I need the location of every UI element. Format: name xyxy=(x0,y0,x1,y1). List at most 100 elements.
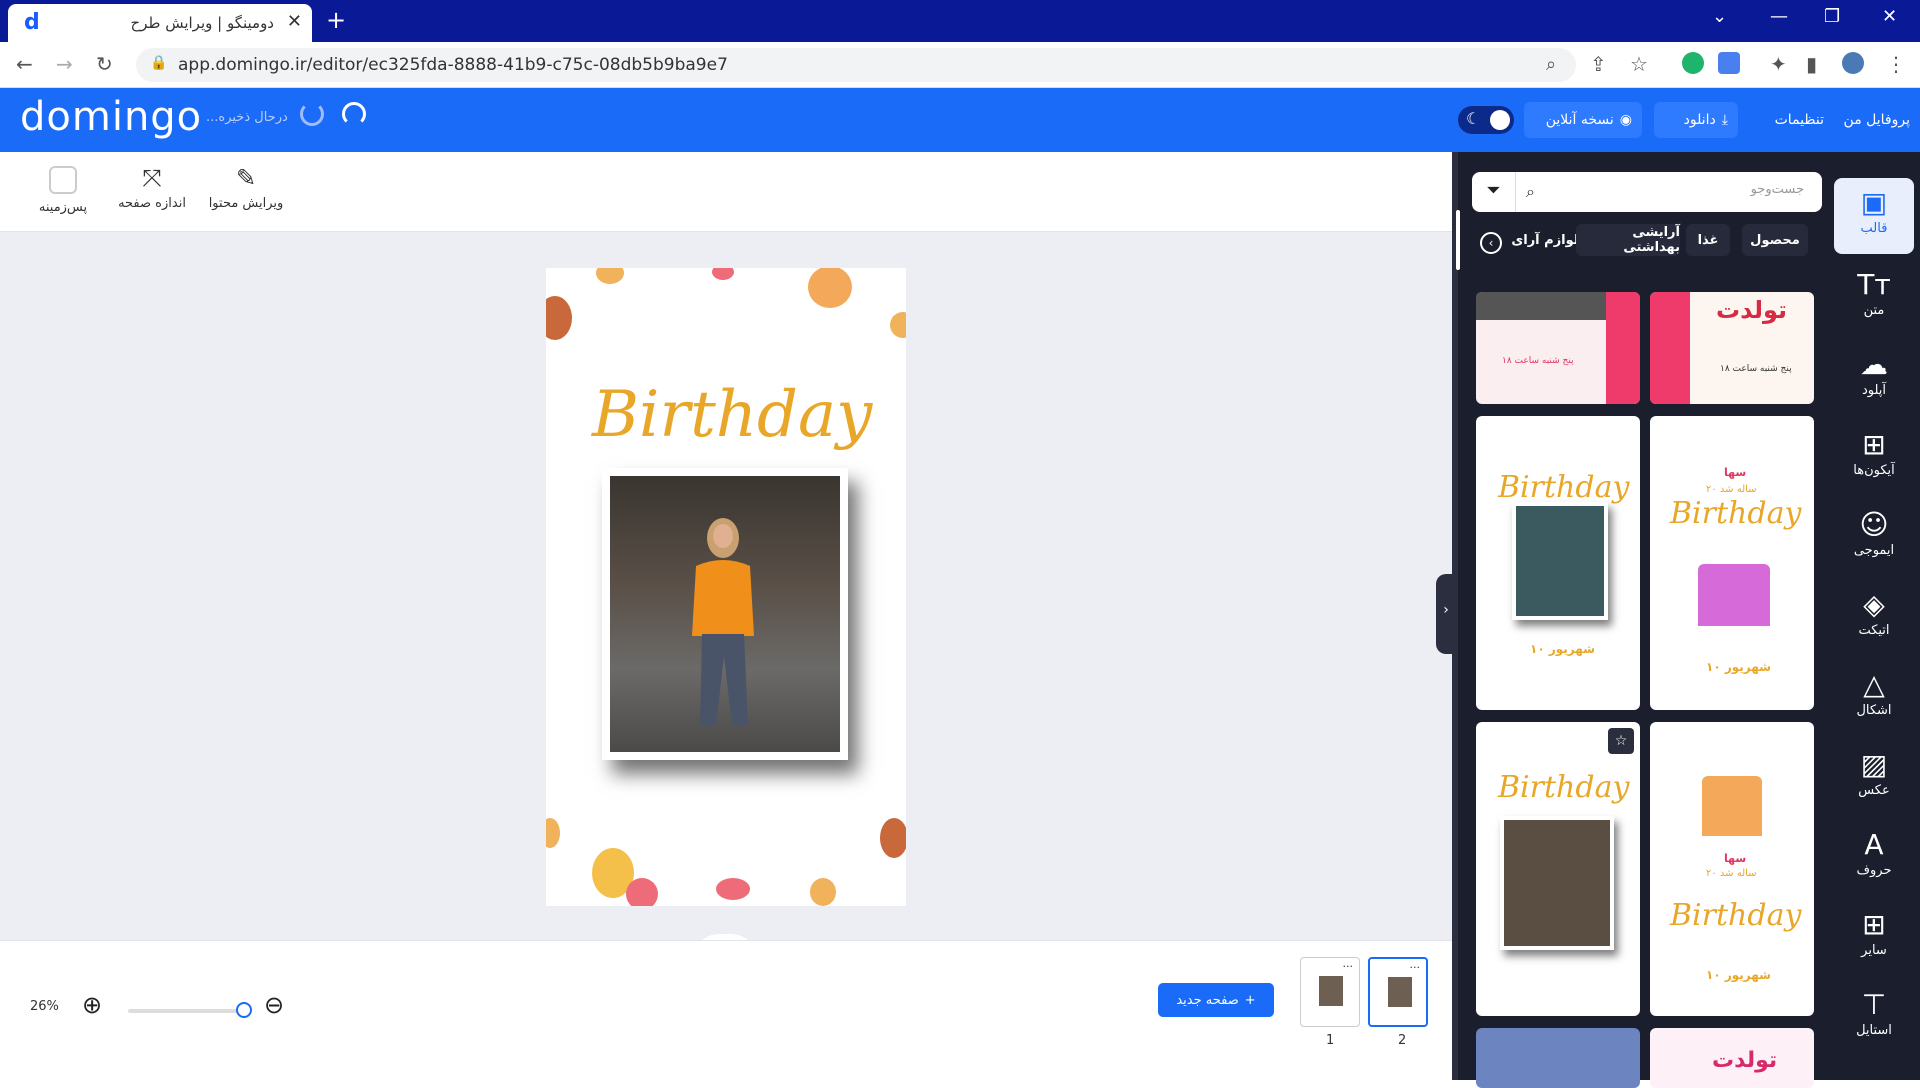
zoom-in-icon[interactable]: ⊕ xyxy=(82,991,102,1019)
search-icon: ⌕ xyxy=(1526,182,1535,201)
bookmark-star-icon[interactable]: ☆ xyxy=(1630,52,1648,76)
extensions-icon[interactable]: ✦ xyxy=(1770,52,1787,76)
template-card[interactable]: تولدت xyxy=(1650,1028,1814,1088)
photo-frame[interactable] xyxy=(602,468,848,760)
rail-item-shapes[interactable]: △ اشکال xyxy=(1834,660,1914,736)
premium-star-icon[interactable]: ☆ xyxy=(1608,728,1634,754)
template-card[interactable]: Birthday ۱۰ شهریور xyxy=(1476,416,1640,710)
zoom-slider-knob[interactable] xyxy=(236,1002,252,1018)
shapes-icon: △ xyxy=(1863,668,1885,701)
template-title: تولدت xyxy=(1716,296,1788,324)
rail-item-image[interactable]: ▨ عکس xyxy=(1834,740,1914,816)
chevron-down-icon[interactable]: ⌄ xyxy=(1712,6,1727,27)
thumbnail-preview xyxy=(1319,976,1343,1006)
new-page-button[interactable]: + صفحه جدید xyxy=(1158,983,1274,1017)
chevron-left-icon[interactable]: ‹ xyxy=(1480,232,1502,254)
sidebar-toggle-icon[interactable]: ▮ xyxy=(1806,52,1817,76)
download-button[interactable]: ⤓ دانلود xyxy=(1654,102,1738,138)
zoom-slider[interactable] xyxy=(128,1009,248,1013)
template-card[interactable]: پنج شنبه ساعت ۱۸ xyxy=(1476,292,1640,404)
rail-item-template[interactable]: ▣ قالب xyxy=(1834,178,1914,254)
profile-avatar[interactable] xyxy=(1842,52,1864,74)
template-title: Birthday xyxy=(1498,770,1630,805)
category-chip[interactable]: لوازم آرای xyxy=(1506,224,1584,256)
template-age: ۲۰ ساله شد xyxy=(1706,484,1757,495)
redo-icon[interactable] xyxy=(342,102,366,126)
search-box[interactable]: ⏷ ⌕ جست‌وجو xyxy=(1472,172,1822,212)
profile-button[interactable]: پروفایل من xyxy=(1826,102,1920,138)
template-subtitle: سها xyxy=(1724,852,1747,865)
search-icon[interactable]: ⌕ xyxy=(1546,54,1556,75)
url-field[interactable]: 🔒 app.domingo.ir/editor/ec325fda-8888-41… xyxy=(136,48,1576,82)
more-icon[interactable]: ··· xyxy=(1410,961,1421,974)
close-window-button[interactable]: ✕ xyxy=(1882,6,1897,27)
share-icon[interactable]: ⇪ xyxy=(1590,52,1607,76)
page-thumbnail-selected[interactable]: ··· xyxy=(1368,957,1428,1027)
rail-item-upload[interactable]: ☁ آپلود xyxy=(1834,340,1914,416)
rail-label: آپلود xyxy=(1861,383,1887,398)
template-text: پنج شنبه ساعت ۱۸ xyxy=(1502,356,1574,366)
page-size-tool[interactable]: ⤧ اندازه صفحه xyxy=(112,164,192,211)
cupcake-decoration xyxy=(810,878,836,906)
category-chip[interactable]: آرایشی بهداشتی xyxy=(1576,224,1680,256)
panel-scrollbar[interactable] xyxy=(1456,210,1460,270)
domingo-logo[interactable]: domingo xyxy=(20,94,202,140)
background-tool[interactable]: پس‌زمینه xyxy=(28,164,98,215)
reload-icon[interactable]: ↻ xyxy=(96,52,113,76)
background-label: پس‌زمینه xyxy=(38,200,88,215)
undo-icon[interactable] xyxy=(300,102,324,126)
tools-rail: ▣ قالب Tт متن ☁ آپلود ⊞ آیکون‌ها ☺ ایموج… xyxy=(1828,152,1920,1080)
restore-button[interactable]: ❐ xyxy=(1824,6,1840,27)
translate-extension-icon[interactable] xyxy=(1718,52,1740,74)
rail-item-more[interactable]: ⊞ سایر xyxy=(1834,900,1914,976)
rail-item-style[interactable]: ⊤ استایل xyxy=(1834,980,1914,1056)
eye-icon: ◉ xyxy=(1619,112,1632,128)
minimize-button[interactable]: — xyxy=(1770,6,1788,27)
rail-item-emoji[interactable]: ☺ ایموجی xyxy=(1834,500,1914,576)
app-header: domingo درحال ذخیره... ☾ ◉ نسخه آنلاین ⤓… xyxy=(0,88,1920,152)
edit-content-tool[interactable]: ✎ ویرایش محتوا xyxy=(204,164,288,211)
template-card[interactable]: سها ۲۰ ساله شد Birthday ۱۰ شهریور xyxy=(1650,416,1814,710)
template-subtitle: سها xyxy=(1724,466,1747,479)
online-version-label: نسخه آنلاین xyxy=(1545,112,1614,128)
category-chip[interactable]: محصول xyxy=(1742,224,1808,256)
rail-item-text[interactable]: Tт متن xyxy=(1834,260,1914,336)
template-photo xyxy=(1512,502,1608,620)
online-version-button[interactable]: ◉ نسخه آنلاین xyxy=(1524,102,1642,138)
category-chip[interactable]: غذا xyxy=(1686,224,1730,256)
filter-icon[interactable]: ⏷ xyxy=(1472,172,1516,212)
balloon-decoration xyxy=(626,878,658,906)
template-card[interactable]: ☆ Birthday xyxy=(1476,722,1640,1016)
page-thumbnail[interactable]: ··· xyxy=(1300,957,1360,1027)
zoom-out-icon[interactable]: ⊖ xyxy=(264,991,284,1019)
rail-item-icons[interactable]: ⊞ آیکون‌ها xyxy=(1834,420,1914,496)
template-card[interactable] xyxy=(1476,1028,1640,1088)
cupcake-decoration xyxy=(546,818,560,848)
rail-label: آیکون‌ها xyxy=(1853,463,1895,478)
grammarly-extension-icon[interactable] xyxy=(1682,52,1704,74)
settings-button[interactable]: تنظیمات xyxy=(1748,102,1834,138)
template-card[interactable]: سها ۲۰ ساله شد Birthday ۱۰ شهریور xyxy=(1650,722,1814,1016)
template-text: پنج شنبه ساعت ۱۸ xyxy=(1720,364,1792,374)
template-card[interactable]: تولدت پنج شنبه ساعت ۱۸ xyxy=(1650,292,1814,404)
menu-kebab-icon[interactable]: ⋮ xyxy=(1886,52,1906,76)
tag-icon: ◈ xyxy=(1863,588,1885,621)
cake-illustration xyxy=(1702,776,1762,836)
back-icon[interactable]: ← xyxy=(16,52,33,76)
template-age: ۲۰ ساله شد xyxy=(1706,868,1757,879)
browser-tab[interactable]: d دومینگو | ویرایش طرح ✕ xyxy=(8,4,312,42)
close-icon[interactable]: ✕ xyxy=(287,11,302,32)
birthday-heading[interactable]: Birthday xyxy=(592,378,872,452)
rail-item-tag[interactable]: ◈ اتیکت xyxy=(1834,580,1914,656)
cupcake-decoration xyxy=(890,312,906,338)
more-icon[interactable]: ··· xyxy=(1343,960,1354,973)
theme-toggle[interactable]: ☾ xyxy=(1458,106,1514,134)
zoom-level: 26% xyxy=(30,999,59,1014)
rail-item-letters[interactable]: A حروف xyxy=(1834,820,1914,896)
new-tab-button[interactable]: + xyxy=(326,6,346,34)
design-page[interactable]: Birthday xyxy=(546,268,906,906)
forward-icon[interactable]: → xyxy=(56,52,73,76)
emoji-icon: ☺ xyxy=(1859,508,1889,541)
new-page-label: صفحه جدید xyxy=(1176,992,1239,1008)
collapse-panel-handle[interactable]: › xyxy=(1436,574,1456,654)
